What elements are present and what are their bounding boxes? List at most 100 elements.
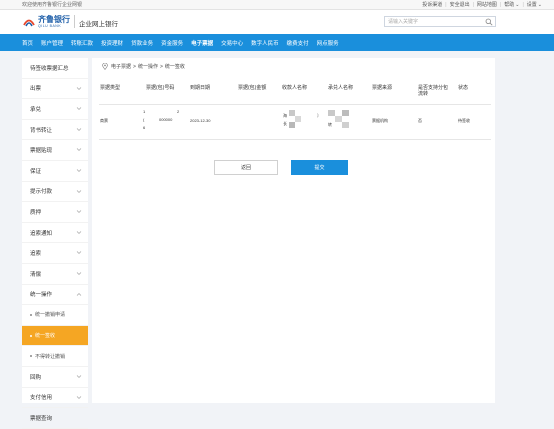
cell-status: 待签收 — [458, 118, 470, 123]
cell-acceptor-suffix: 转 — [328, 122, 332, 127]
sitemap-link[interactable]: 网站地图 — [477, 1, 497, 8]
sidebar-item-unified-revoke[interactable]: 统一撤销申请 — [22, 305, 88, 326]
sidebar-item-label: 不得转让撤销 — [35, 353, 66, 360]
column-header: 票据(包)金额 — [238, 85, 267, 91]
column-header: 票据来源 — [372, 85, 393, 91]
cell-bill-type: 商票 — [100, 118, 108, 123]
sidebar: 待签收票据汇总 出票 承兑 背书转让 票据贴现 保证 提示付款 质押 追索通知 … — [22, 58, 88, 429]
chevron-down-icon — [76, 210, 82, 214]
sidebar-item-endorse[interactable]: 背书转让 — [22, 120, 88, 141]
sidebar-item-payment-credit[interactable]: 支付信用 — [22, 388, 88, 409]
column-header: 承兑人名称 — [328, 85, 354, 91]
main-panel: 电子票据 > 统一操作 > 统一签收 票据类型 票据(包)号码 到期日期 票据(… — [92, 58, 495, 403]
chevron-down-icon — [76, 231, 82, 234]
main-nav: 首页 账户管理 转账汇款 投资理财 贷款业务 资金服务 电子票据 交易中心 数字… — [0, 34, 554, 51]
redacted-acceptor — [342, 110, 349, 116]
cell-payee-suffix: 长 — [283, 121, 287, 126]
breadcrumb-item[interactable]: 电子票据 — [111, 63, 131, 70]
back-button[interactable]: 返回 — [214, 160, 278, 175]
nav-home[interactable]: 首页 — [22, 39, 33, 47]
sidebar-item-accept[interactable]: 承兑 — [22, 99, 88, 120]
sidebar-item-recourse-notice[interactable]: 追索通知 — [22, 223, 88, 244]
nav-funds[interactable]: 资金服务 — [161, 39, 183, 47]
sidebar-item-bill-query[interactable]: 票据查询 — [22, 408, 88, 429]
complaint-link[interactable]: 投诉渠道 — [422, 1, 442, 8]
cell-due-date: 2023-12-30 — [190, 118, 211, 123]
chevron-down-icon — [76, 128, 82, 131]
column-header: 收款人名称 — [282, 85, 308, 91]
sidebar-item-settlement[interactable]: 清偿 — [22, 264, 88, 285]
redacted-acceptor — [335, 116, 342, 122]
sidebar-item-label: 统一操作 — [30, 292, 53, 299]
breadcrumb-item[interactable]: 统一操作 — [138, 63, 158, 70]
redacted-acceptor — [328, 110, 335, 116]
nav-trading[interactable]: 交易中心 — [221, 39, 243, 47]
sidebar-item-unified-ops[interactable]: 统一操作 — [22, 285, 88, 306]
sidebar-item-label: 票据贴现 — [30, 148, 53, 155]
sidebar-item-label: 提示付款 — [30, 189, 53, 196]
sidebar-item-label: 背书转让 — [30, 127, 53, 134]
sidebar-item-label: 回购 — [30, 374, 42, 381]
cell-bill-number: 1 — [143, 109, 146, 114]
chevron-down-icon — [76, 189, 82, 193]
column-header: 是否支持分包流转 — [418, 85, 449, 97]
help-link[interactable]: 帮助 — [504, 1, 514, 8]
sidebar-item-label: 统一撤销申请 — [35, 312, 66, 319]
cell-bill-subrange: 000000 — [159, 117, 173, 122]
sidebar-item-payment-prompt[interactable]: 提示付款 — [22, 182, 88, 203]
chevron-down-icon — [76, 251, 82, 255]
cell-bill-number-part: 2 — [177, 109, 180, 114]
search-input[interactable] — [388, 17, 478, 26]
location-pin-icon — [102, 63, 108, 70]
cell-acceptor-bracket: 〕 — [317, 113, 321, 118]
nav-accounts[interactable]: 账户管理 — [41, 39, 63, 47]
sidebar-item-pending-summary[interactable]: 待签收票据汇总 — [22, 58, 88, 79]
search-icon[interactable] — [485, 18, 493, 26]
nav-transfer[interactable]: 转账汇款 — [71, 39, 93, 47]
sidebar-item-discount[interactable]: 票据贴现 — [22, 140, 88, 161]
sidebar-item-label: 统一签收 — [35, 333, 56, 340]
nav-investment[interactable]: 投资理财 — [101, 39, 123, 47]
cell-split: 否 — [418, 118, 422, 123]
table-header: 票据类型 票据(包)号码 到期日期 票据(包)金额 收款人名称 承兑人名称 票据… — [99, 82, 491, 105]
sidebar-item-label: 清偿 — [30, 271, 42, 278]
sidebar-item-issue[interactable]: 出票 — [22, 79, 88, 100]
cell-payee-prefix: 海 — [283, 113, 287, 118]
chevron-down-icon — [76, 148, 82, 152]
bank-logo-icon — [23, 19, 35, 27]
sidebar-item-guarantee[interactable]: 保证 — [22, 161, 88, 182]
sidebar-item-repurchase[interactable]: 回购 — [22, 367, 88, 388]
sidebar-item-label: 承兑 — [30, 106, 42, 113]
nav-digital-rmb[interactable]: 数字人民币 — [251, 39, 279, 47]
logout-link[interactable]: 安全退出 — [450, 1, 470, 8]
table-row[interactable]: 商票 1 ( 6 2 000000 2023-12-30 海 长 〕 转 票据机… — [99, 105, 491, 140]
nav-loans[interactable]: 贷款业务 — [131, 39, 153, 47]
sidebar-item-label: 追索 — [30, 251, 42, 258]
system-title: 企业网上银行 — [79, 21, 118, 28]
submit-button[interactable]: 提交 — [291, 160, 348, 175]
cell-bill-number: 6 — [143, 125, 146, 130]
sidebar-item-pledge[interactable]: 质押 — [22, 202, 88, 223]
breadcrumb-item: 统一签收 — [164, 64, 185, 70]
sidebar-item-recourse[interactable]: 追索 — [22, 243, 88, 264]
settings-link[interactable]: 设置 — [527, 1, 537, 8]
column-header: 状态 — [458, 85, 469, 91]
sidebar-item-unified-sign[interactable]: 统一签收 — [22, 325, 88, 347]
top-links: 投诉渠道 | 安全退出 | 网站地图 | 帮助 ⌄ | 设置 ⌄ — [422, 1, 542, 9]
nav-e-bills[interactable]: 电子票据 — [191, 39, 213, 47]
cell-bill-number: ( — [143, 117, 145, 122]
sidebar-item-label: 票据查询 — [30, 415, 53, 422]
redacted-payee — [295, 116, 301, 122]
sidebar-item-label: 保证 — [30, 168, 42, 175]
welcome-text: 欢迎使用齐鲁银行企业网银 — [22, 2, 83, 8]
nav-payments[interactable]: 缴费支付 — [287, 39, 309, 47]
column-header: 票据类型 — [100, 85, 121, 91]
redacted-payee — [289, 122, 295, 128]
nav-branches[interactable]: 网点服务 — [317, 39, 339, 47]
column-header: 到期日期 — [190, 85, 211, 91]
sidebar-item-label: 待签收票据汇总 — [30, 65, 69, 72]
search-box — [384, 16, 496, 27]
sidebar-item-label: 支付信用 — [30, 395, 53, 402]
sidebar-item-no-transfer-revoke[interactable]: 不得转让撤销 — [22, 346, 88, 367]
chevron-down-icon — [76, 107, 82, 111]
